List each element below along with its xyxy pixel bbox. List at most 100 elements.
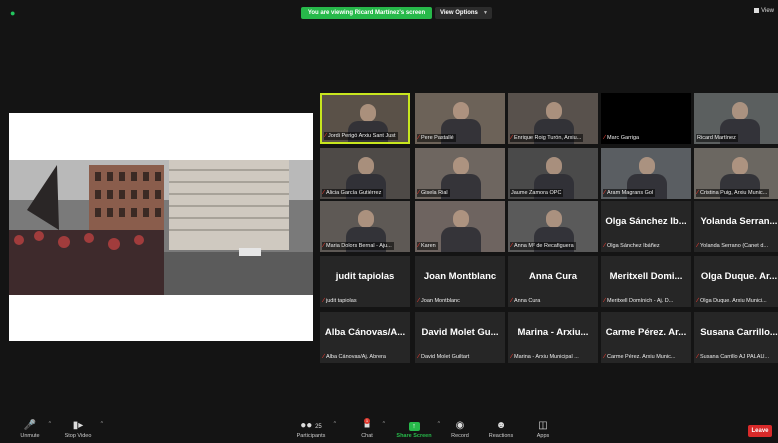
participant-tile[interactable]: Joan Montblanc ∕ Joan Montblanc	[415, 256, 505, 307]
participant-name-text: Pere Pastallé	[421, 135, 454, 141]
participant-tile[interactable]: Ricard Martínez	[694, 93, 778, 144]
participant-name-label: ∕ Marc Garriga	[603, 134, 641, 142]
caret-up-icon[interactable]: ^	[49, 421, 51, 427]
leave-button[interactable]: Leave	[748, 425, 772, 437]
encryption-shield-icon[interactable]: ●	[10, 8, 20, 18]
chat-button[interactable]: ■ 1 ^ Chat	[356, 418, 385, 439]
participants-label: Participants	[296, 433, 326, 439]
chat-unread-badge: 1	[364, 418, 370, 424]
muted-microphone-icon: ∕	[418, 354, 420, 360]
participant-video-silhouette	[732, 157, 748, 175]
stop-video-button[interactable]: ▮▸ ^ Stop Video	[60, 420, 103, 439]
record-button[interactable]: ◉ Record	[449, 420, 471, 439]
participant-display-name: Anna Cura	[528, 271, 578, 282]
participant-name-text: Ricard Martínez	[697, 135, 736, 141]
participant-tile[interactable]: ∕ Alicia García Gutiérrez	[320, 148, 410, 199]
participant-tile[interactable]: ∕ Jordi Perigó Arxiu Sant Just	[320, 93, 410, 144]
participant-name-text: Anna M² de Recafiguera	[514, 243, 574, 249]
participant-name-label: ∕ David Molet Guiltart	[417, 353, 471, 361]
unmute-button[interactable]: 🎤 ^ Unmute	[16, 420, 51, 439]
participant-video-silhouette	[546, 102, 562, 120]
caret-up-icon[interactable]: ^	[334, 421, 336, 427]
chevron-down-icon: ▼	[483, 10, 488, 16]
participant-display-name: Susana Carrillo...	[700, 327, 778, 338]
participant-name-text: Karen	[421, 243, 436, 249]
participant-tile[interactable]: ∕ Maria Dolors Bernal - Aju...	[320, 201, 410, 252]
participant-tile[interactable]: Jaume Zamora OPC	[508, 148, 598, 199]
participant-name-label: ∕ Pere Pastallé	[417, 134, 456, 142]
participant-name-label: ∕ Olga Duque. Arxiu Munici...	[696, 297, 769, 305]
muted-microphone-icon: ∕	[697, 190, 699, 196]
participant-tile[interactable]: David Molet Gu... ∕ David Molet Guiltart	[415, 312, 505, 363]
participant-tile[interactable]: Marina - Arxiu... ∕ Marina - Arxiu Municip…	[508, 312, 598, 363]
participant-tile[interactable]: ∕ Cristina Puig, Arxiu Munic...	[694, 148, 778, 199]
participant-tile[interactable]: Anna Cura ∕ Anna Cura	[508, 256, 598, 307]
participant-name-text: Carme Pérez. Arxiu Munic...	[607, 354, 676, 360]
caret-up-icon[interactable]: ^	[383, 421, 385, 427]
caret-up-icon[interactable]: ^	[438, 421, 440, 427]
participants-icon: ●● 25	[300, 420, 322, 431]
participant-tile[interactable]: Susana Carrillo... ∕ Susana Carrillo AJ PA…	[694, 312, 778, 363]
muted-microphone-icon: ∕	[323, 354, 325, 360]
participant-name-text: Alba Cánovas/Aj. Abrera	[326, 354, 386, 360]
participants-button[interactable]: ●● 25 ^ Participants	[293, 420, 336, 439]
street-scene-image	[9, 160, 313, 295]
participant-tile[interactable]: ∕ Karen	[415, 201, 505, 252]
muted-microphone-icon: ∕	[418, 243, 420, 249]
participant-display-name: Olga Duque. Ar...	[700, 271, 778, 282]
stop-video-label: Stop Video	[64, 433, 92, 439]
participant-tile[interactable]: Alba Cánovas/A... ∕ Alba Cánovas/Aj. Abrer…	[320, 312, 410, 363]
participant-name-label: Ricard Martínez	[696, 134, 738, 142]
participant-name-label: ∕ Meritxell Domínich - Aj. D...	[603, 297, 675, 305]
participant-name-label: ∕ Maria Dolors Bernal - Aju...	[322, 242, 394, 250]
participant-name-text: Aram Magrans Gol	[607, 190, 654, 196]
participant-name-text: Cristina Puig, Arxiu Munic...	[700, 190, 768, 196]
participant-name-text: Meritxell Domínich - Aj. D...	[607, 298, 674, 304]
participant-name-text: Enrique Roig Turón, Arxiu...	[514, 135, 582, 141]
participant-tile[interactable]: Olga Duque. Ar... ∕ Olga Duque. Arxiu Muni…	[694, 256, 778, 307]
shared-screen[interactable]	[9, 113, 313, 341]
participant-display-name: Yolanda Serran...	[700, 216, 778, 227]
participant-name-label: ∕ Aram Magrans Gol	[603, 189, 656, 197]
reactions-button[interactable]: ☻ Reactions	[486, 420, 516, 439]
participant-video-silhouette	[639, 157, 655, 175]
participant-tile[interactable]: judit tapiolas ∕ judit tapiolas	[320, 256, 410, 307]
muted-microphone-icon: ∕	[697, 354, 699, 360]
participant-tile[interactable]: ∕ Pere Pastallé	[415, 93, 505, 144]
participant-name-label: ∕ Joan Montblanc	[417, 297, 462, 305]
participant-video-body	[441, 227, 481, 252]
muted-microphone-icon: ∕	[325, 133, 327, 139]
participant-tile[interactable]: ∕ Aram Magrans Gol	[601, 148, 691, 199]
share-screen-button[interactable]: ↑ ^ Share Screen	[395, 420, 440, 439]
participant-name-text: Marina - Arxiu Municipal ...	[514, 354, 579, 360]
participant-display-name: Joan Montblanc	[423, 271, 497, 282]
participant-tile[interactable]: Olga Sánchez Ib... ∕ Olga Sánchez Ibáñez	[601, 201, 691, 252]
muted-microphone-icon: ∕	[418, 190, 420, 196]
muted-microphone-icon: ∕	[604, 135, 606, 141]
chat-label: Chat	[361, 433, 373, 439]
participant-name-label: ∕ Karen	[417, 242, 438, 250]
participant-tile[interactable]: ∕ Enrique Roig Turón, Arxiu...	[508, 93, 598, 144]
apps-icon: ◫	[538, 420, 548, 431]
participant-video-silhouette	[453, 102, 469, 120]
participant-name-text: Jordi Perigó Arxiu Sant Just	[328, 133, 396, 139]
view-options-label: View Options	[440, 10, 478, 16]
participant-grid: ∕ Jordi Perigó Arxiu Sant Just ∕ Pere Pasta…	[320, 93, 778, 373]
participant-tile[interactable]: ∕ Anna M² de Recafiguera	[508, 201, 598, 252]
share-screen-arrow-icon: ↑	[408, 422, 420, 431]
apps-button[interactable]: ◫ Apps	[532, 420, 554, 439]
participant-tile[interactable]: Yolanda Serran... ∕ Yolanda Serrano (Canet…	[694, 201, 778, 252]
muted-microphone-icon: ∕	[323, 298, 325, 304]
participant-name-text: Jaume Zamora OPC	[511, 190, 562, 196]
participant-tile[interactable]: ∕ Gisela Rial	[415, 148, 505, 199]
apps-label: Apps	[536, 433, 550, 439]
top-bar: ● You are viewing Ricard Martínez's scre…	[0, 0, 778, 24]
participant-name-label: ∕ Yolanda Serrano (Canet d...	[696, 242, 770, 250]
view-options-button[interactable]: View Options ▼	[435, 7, 492, 19]
participant-tile[interactable]: Carme Pérez. Ar... ∕ Carme Pérez. Arxiu Mu…	[601, 312, 691, 363]
caret-up-icon[interactable]: ^	[101, 421, 103, 427]
participant-tile[interactable]: ∕ Marc Garriga	[601, 93, 691, 144]
participant-display-name: Olga Sánchez Ib...	[605, 216, 687, 227]
participant-tile[interactable]: Meritxell Domi... ∕ Meritxell Domínich - A…	[601, 256, 691, 307]
view-layout-button[interactable]: View	[754, 8, 774, 14]
